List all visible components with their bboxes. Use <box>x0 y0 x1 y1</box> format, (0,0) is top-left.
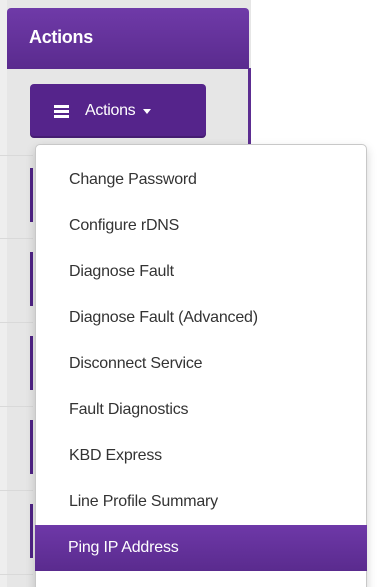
actions-dropdown-menu: Change Password Configure rDNS Diagnose … <box>35 144 367 587</box>
row-divider <box>0 406 33 407</box>
menu-item-diagnose-fault-advanced[interactable]: Diagnose Fault (Advanced) <box>36 295 366 341</box>
hamburger-icon <box>54 105 69 118</box>
caret-down-icon <box>143 108 152 114</box>
row-divider <box>0 238 33 239</box>
actions-page: Actions Actions Change Password Configur… <box>0 0 387 587</box>
menu-item-kbd-express[interactable]: KBD Express <box>36 433 366 479</box>
row-divider <box>0 155 33 156</box>
actions-button-label: Actions <box>85 102 136 119</box>
menu-item-disconnect-service[interactable]: Disconnect Service <box>36 341 366 387</box>
left-table-edge <box>0 0 7 587</box>
row-divider <box>0 490 33 491</box>
menu-item-ping-ip-address[interactable]: Ping IP Address <box>35 525 367 571</box>
menu-item-diagnose-fault[interactable]: Diagnose Fault <box>36 249 366 295</box>
row-divider <box>0 322 33 323</box>
row-actions-button-edge[interactable] <box>30 420 33 474</box>
row-actions-button-edge[interactable] <box>30 168 33 222</box>
menu-item-configure-rdns[interactable]: Configure rDNS <box>36 203 366 249</box>
column-header-label: Actions <box>29 27 93 47</box>
menu-item-fault-diagnostics[interactable]: Fault Diagnostics <box>36 387 366 433</box>
row-divider <box>0 574 33 575</box>
row-actions-button-edge[interactable] <box>30 504 33 558</box>
menu-item-line-profile-summary[interactable]: Line Profile Summary <box>36 479 366 525</box>
column-header: Actions <box>7 8 249 69</box>
actions-dropdown-button[interactable]: Actions <box>30 84 206 138</box>
menu-item-change-password[interactable]: Change Password <box>36 157 366 203</box>
row-actions-button-edge[interactable] <box>30 252 33 306</box>
row-actions-button-edge[interactable] <box>30 336 33 390</box>
menu-list: Change Password Configure rDNS Diagnose … <box>35 157 367 571</box>
